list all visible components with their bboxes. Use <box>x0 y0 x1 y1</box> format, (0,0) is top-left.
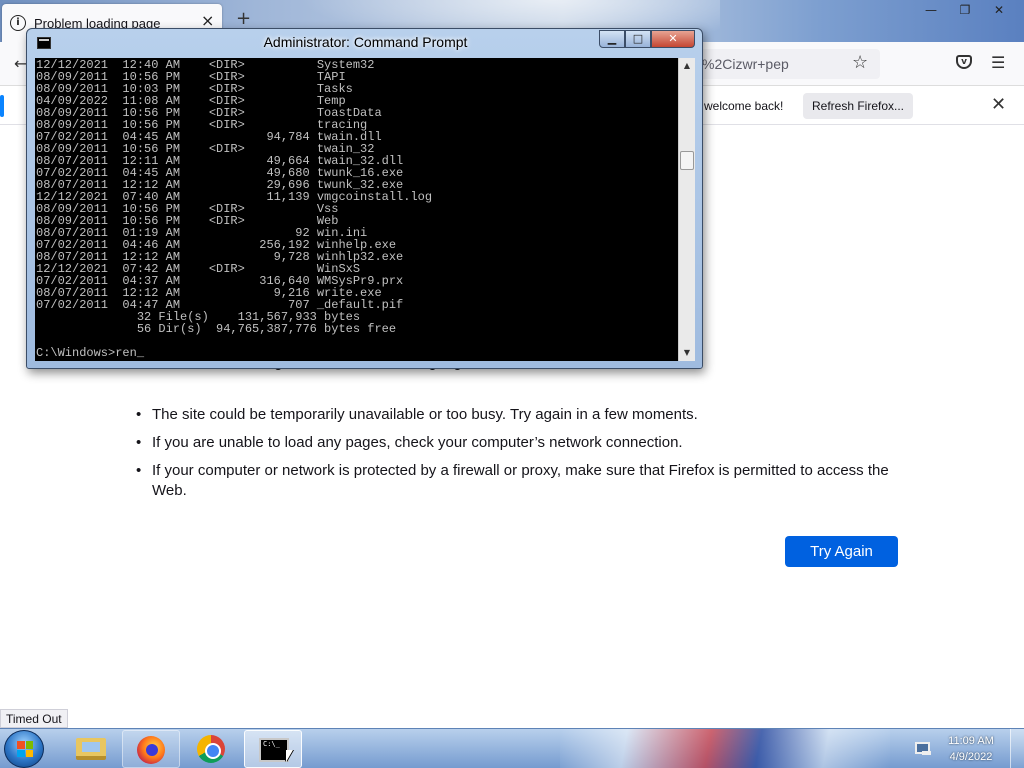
tray-clock[interactable]: 11:09 AM 4/9/2022 <box>940 733 1002 765</box>
chrome-icon <box>197 735 225 763</box>
scroll-down-arrow-icon[interactable]: ▼ <box>679 345 695 361</box>
taskbar-chrome[interactable] <box>183 730 241 768</box>
console-output: 12/12/2021 12:40 AM <DIR> System32 08/09/… <box>36 59 676 359</box>
new-tab-icon[interactable]: + <box>236 8 251 29</box>
console-area[interactable]: 12/12/2021 12:40 AM <DIR> System32 08/09/… <box>35 58 695 361</box>
mouse-cursor-icon <box>286 750 293 762</box>
close-window-button[interactable]: ✕ <box>982 0 1016 20</box>
restore-button[interactable]: ❐ <box>948 0 982 20</box>
show-desktop-button[interactable] <box>1010 729 1024 768</box>
cmd-window-controls: ▁ □ ✕ <box>599 30 695 48</box>
close-notice-icon[interactable]: ✕ <box>991 94 1006 115</box>
taskbar-explorer[interactable] <box>61 730 119 768</box>
windows-logo-icon <box>17 741 33 757</box>
pocket-icon[interactable]: v <box>956 55 972 69</box>
network-icon[interactable] <box>914 740 932 756</box>
url-text: %2Cizwr+pep <box>702 56 789 72</box>
status-text: Timed Out <box>0 709 68 728</box>
notice-accent <box>0 95 4 117</box>
taskbar-firefox[interactable] <box>122 730 180 768</box>
scroll-up-arrow-icon[interactable]: ▲ <box>679 58 695 74</box>
folder-icon <box>76 738 106 760</box>
list-item: The site could be temporarily unavailabl… <box>136 405 896 425</box>
maximize-button[interactable]: □ <box>625 30 651 48</box>
try-again-button[interactable]: Try Again <box>785 536 898 567</box>
command-prompt-window[interactable]: Administrator: Command Prompt ▁ □ ✕ 12/1… <box>26 28 703 369</box>
clock-date: 4/9/2022 <box>949 751 993 763</box>
refresh-firefox-button[interactable]: Refresh Firefox... <box>803 93 913 119</box>
list-item: If you are unable to load any pages, che… <box>136 433 896 453</box>
firefox-icon <box>137 736 165 764</box>
firefox-window-controls: — ❐ ✕ <box>914 0 1016 20</box>
command-input[interactable]: C:\Windows>ren_ <box>36 347 144 359</box>
start-button[interactable] <box>4 730 44 768</box>
bookmark-star-icon[interactable]: ☆ <box>852 52 868 73</box>
clock-time: 11:09 AM <box>948 735 994 747</box>
close-button[interactable]: ✕ <box>651 30 695 48</box>
console-line: 56 Dir(s) 94,765,387,776 bytes free <box>36 322 397 336</box>
cmd-icon: C:\_ <box>259 738 289 762</box>
hamburger-menu-icon[interactable]: ☰ <box>991 53 1005 72</box>
wallpaper-art <box>560 729 890 768</box>
minimize-button[interactable]: — <box>914 0 948 20</box>
list-item: If your computer or network is protected… <box>136 461 896 501</box>
notice-text: welcome back! <box>704 99 784 113</box>
vertical-scrollbar[interactable]: ▲ ▼ <box>678 58 695 361</box>
taskbar-command-prompt[interactable]: C:\_ <box>244 730 302 768</box>
error-suggestions: The site could be temporarily unavailabl… <box>136 405 896 509</box>
minimize-button[interactable]: ▁ <box>599 30 625 48</box>
close-tab-icon[interactable]: × <box>201 13 214 29</box>
scroll-thumb[interactable] <box>680 151 694 170</box>
taskbar: C:\_ 11:09 AM 4/9/2022 <box>0 728 1024 768</box>
info-icon: i <box>10 15 26 31</box>
